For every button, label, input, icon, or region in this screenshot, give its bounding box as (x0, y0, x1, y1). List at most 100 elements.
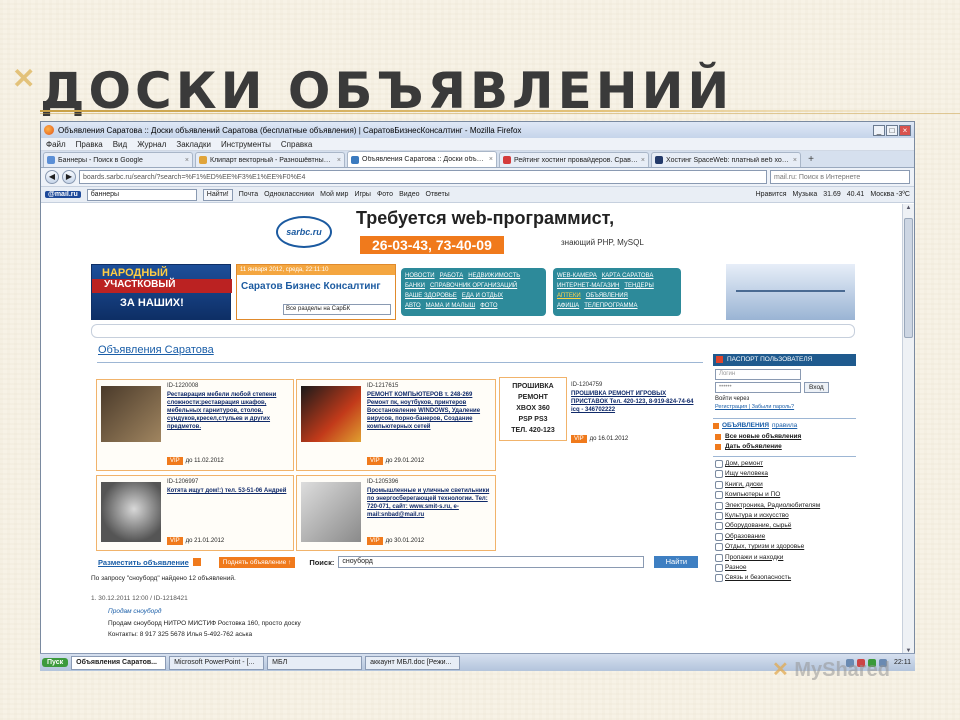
nav-health[interactable]: ВАШЕ ЗДОРОВЬЕ (405, 293, 457, 299)
nav-mom[interactable]: МАМА И МАЛЫШ (426, 303, 476, 309)
back-button[interactable]: ◀ (45, 170, 59, 184)
tab-close-icon[interactable]: × (489, 156, 493, 163)
url-bar[interactable]: boards.sarbc.ru/search/?search=%F1%ED%EE… (79, 170, 767, 184)
tab-close-icon[interactable]: × (641, 157, 645, 164)
console-repair-banner[interactable]: ПРОШИВКА РЕМОНТ XBOX 360 PSP PS3 ТЕЛ. 42… (499, 377, 567, 441)
menu-help[interactable]: Справка (281, 140, 312, 149)
toolbar-moimir-link[interactable]: Мой мир (320, 191, 348, 198)
nav-news[interactable]: НОВОСТИ (405, 273, 435, 279)
maximize-button[interactable]: □ (886, 124, 898, 136)
ad-text[interactable]: РЕМОНТ КОМПЬЮТЕРОВ т. 248-269 Ремонт пк,… (367, 391, 491, 431)
nav-banks[interactable]: БАНКИ (405, 283, 425, 289)
scroll-up-icon[interactable]: ▲ (904, 205, 913, 215)
ad-card[interactable]: ID-1204759 ПРОШИВКА РЕМОНТ ИГРОВЫХ ПРИСТ… (567, 379, 703, 471)
site-search-strip[interactable] (91, 324, 855, 338)
menu-edit[interactable]: Правка (76, 140, 103, 149)
category-link[interactable]: Компьютеры и ПО (713, 491, 856, 500)
category-link[interactable]: Связь и безопасность (713, 574, 856, 583)
taskbar-powerpoint[interactable]: Microsoft PowerPoint - [... (169, 655, 265, 670)
section-select[interactable]: Все разделы на СарБК (283, 304, 391, 315)
category-link[interactable]: Отдых, туризм и здоровье (713, 543, 856, 552)
category-link[interactable]: Образование (713, 532, 856, 541)
menu-bookmarks[interactable]: Закладки (176, 140, 211, 149)
nav-work[interactable]: РАБОТА (440, 273, 464, 279)
toolbar-mail-link[interactable]: Почта (239, 191, 258, 198)
ads-search-input[interactable]: сноуборд (338, 556, 645, 568)
password-input[interactable]: •••••• (715, 382, 801, 393)
category-link[interactable]: Электроника, Радиолюбителям (713, 501, 856, 510)
tab-close-icon[interactable]: × (185, 157, 189, 164)
promo-banner[interactable]: НАРОДНЫЙ УЧАСТКОВЫЙ ЗА НАШИХ! (91, 264, 232, 320)
nav-auto[interactable]: АВТО (405, 303, 421, 309)
taskbar-folder[interactable]: МБЛ (267, 655, 363, 670)
menu-history[interactable]: Журнал (137, 140, 166, 149)
category-link[interactable]: Культура и искусство (713, 511, 856, 520)
nav-food[interactable]: ЕДА И ОТДЫХ (462, 293, 503, 299)
menu-view[interactable]: Вид (113, 140, 127, 149)
tab-hosting-rating[interactable]: Рейтинг хостинг провайдеров. Сравне... × (499, 152, 649, 167)
ad-text[interactable]: Промышленные и уличные светильники по эн… (367, 487, 491, 519)
nav-ads[interactable]: ОБЪЯВЛЕНИЯ (586, 293, 628, 299)
tab-close-icon[interactable]: × (337, 157, 341, 164)
nav-tv[interactable]: ТЕЛЕПРОГРАММА (584, 303, 637, 309)
ad-card[interactable]: ID-1206997 Котята ищут дом!:) тел. 53-51… (96, 475, 294, 551)
ad-card[interactable]: ID-1217615 РЕМОНТ КОМПЬЮТЕРОВ т. 248-269… (296, 379, 496, 471)
category-link[interactable]: Ищу человека (713, 470, 856, 479)
nav-pharmacy[interactable]: АПТЕКИ (557, 293, 581, 299)
taskbar-word[interactable]: аккаунт МБЛ.doc [Режи... (365, 655, 461, 670)
login-button[interactable]: Вход (804, 382, 829, 393)
ad-text[interactable]: Реставрация мебели любой степени сложнос… (167, 391, 291, 431)
ad-card[interactable]: ID-1220008 Реставрация мебели любой степ… (96, 379, 294, 471)
nav-photo[interactable]: ФОТО (480, 303, 497, 309)
toolbar-find-button[interactable]: Найти! (202, 188, 233, 201)
nav-afisha[interactable]: АФИША (557, 303, 579, 309)
toolbar-video-link[interactable]: Видео (399, 191, 419, 198)
nav-realty[interactable]: НЕДВИЖИМОСТЬ (468, 273, 520, 279)
tab-close-icon[interactable]: × (793, 157, 797, 164)
category-link[interactable]: Пропажи и находки (713, 553, 856, 562)
job-ad-banner[interactable]: sarbc.ru Требуется web-программист, 26-0… (276, 206, 696, 261)
toolbar-odnoklassniki-link[interactable]: Одноклассники (264, 191, 314, 198)
find-button[interactable]: Найти (654, 556, 699, 568)
menu-tools[interactable]: Инструменты (221, 140, 271, 149)
menu-file[interactable]: Файл (46, 140, 66, 149)
ad-card[interactable]: ID-1205396 Промышленные и уличные светил… (296, 475, 496, 551)
place-ad-link[interactable]: Разместить объявление (98, 558, 189, 567)
vertical-scrollbar[interactable]: ▲ ▼ (902, 204, 914, 659)
tab-google-banners[interactable]: Баннеры - Поиск в Google × (43, 152, 193, 167)
mailru-logo[interactable]: @mail.ru (45, 191, 81, 198)
result-title-link[interactable]: Продам сноуборд (108, 608, 691, 615)
taskbar-firefox[interactable]: Объявления Саратов... (71, 655, 167, 670)
toolbar-games-link[interactable]: Игры (354, 191, 371, 198)
give-ad-link[interactable]: Дать объявление (713, 443, 856, 450)
section-title[interactable]: Объявления Саратова (98, 344, 703, 356)
nav-map[interactable]: КАРТА САРАТОВА (602, 273, 654, 279)
browser-search-input[interactable]: mail.ru: Поиск в Интернете (770, 170, 910, 184)
nav-directory[interactable]: СПРАВОЧНИК ОРГАНИЗАЦИЙ (430, 283, 517, 289)
ad-text[interactable]: ПРОШИВКА РЕМОНТ ИГРОВЫХ ПРИСТАВОК Тел. 4… (571, 390, 697, 414)
login-input[interactable]: Логин (715, 369, 801, 380)
close-button[interactable]: × (899, 124, 911, 136)
ads-header-link[interactable]: ОБЪЯВЛЕНИЯ (722, 422, 769, 429)
raise-ad-button[interactable]: Поднять объявление ↑ (218, 556, 296, 568)
minimize-button[interactable]: _ (873, 124, 885, 136)
category-link[interactable]: Разное (713, 563, 856, 572)
register-link[interactable]: Регистрация | Забыли пароль? (715, 404, 856, 410)
nav-webcam[interactable]: WEB-КАМЕРА (557, 273, 597, 279)
toolbar-answers-link[interactable]: Ответы (426, 191, 450, 198)
ad-text[interactable]: Котята ищут дом!:) тел. 53-51-06 Андрей (167, 487, 291, 495)
toolbar-like-link[interactable]: Нравится (756, 191, 787, 198)
category-link[interactable]: Оборудование, сырьё (713, 522, 856, 531)
nav-tenders[interactable]: ТЕНДЕРЫ (624, 283, 653, 289)
category-link[interactable]: Книги, диски (713, 480, 856, 489)
new-tab-button[interactable]: + (803, 153, 819, 167)
tab-spaceweb[interactable]: Хостинг SpaceWeb: платный веб хости... × (651, 152, 801, 167)
toolbar-music-link[interactable]: Музыка (792, 191, 817, 198)
start-button[interactable]: Пуск (42, 658, 69, 667)
sbk-logo[interactable]: Саратов Бизнес Консалтинг (237, 275, 395, 292)
rules-link[interactable]: правила (772, 422, 797, 429)
scroll-thumb[interactable] (904, 218, 913, 338)
forward-button[interactable]: ▶ (62, 170, 76, 184)
tab-clipart[interactable]: Клипарт векторный - Разношёвтные б... × (195, 152, 345, 167)
nav-shop[interactable]: ИНТЕРНЕТ-МАГАЗИН (557, 283, 619, 289)
